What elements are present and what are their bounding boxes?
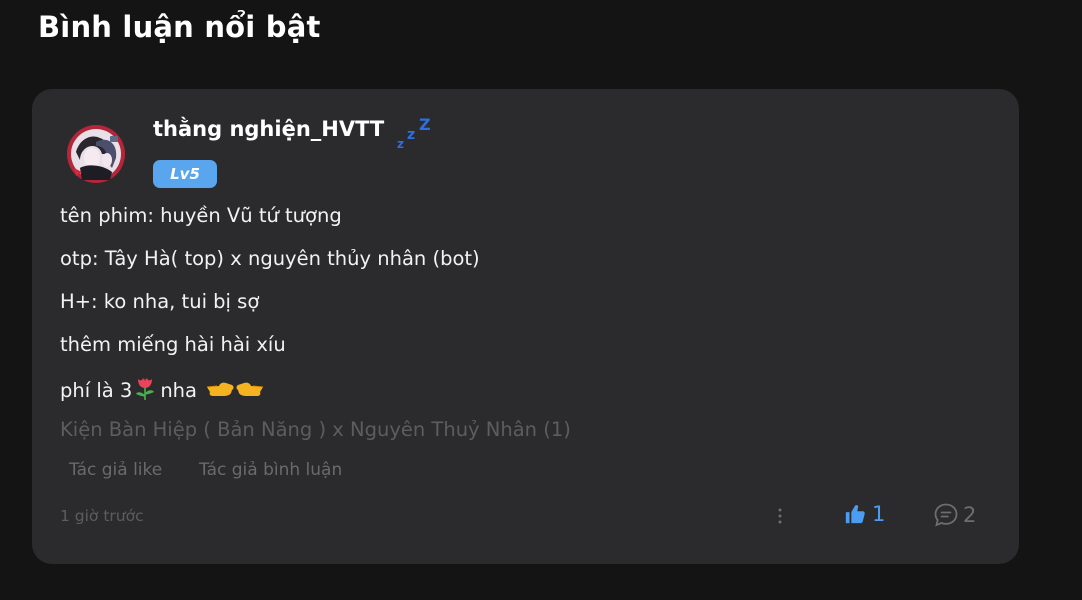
like-button[interactable]: 1 [844,502,885,526]
svg-text:Z: Z [419,117,431,134]
price-prefix: phí là 3 [60,379,133,402]
svg-text:z: z [397,137,404,151]
comment-card: thằng nghiện_HVTT z z Z Lv5 tên phim: hu… [32,89,1019,564]
pointing-hands-icon [205,377,265,404]
svg-text:z: z [407,127,415,143]
reply-count: 2 [963,503,977,527]
author-comment-tag: Tác giả bình luận [199,460,343,480]
comment-line: tên phim: huyền Vũ tứ tượng [60,204,342,227]
comment-line: thêm miếng hài hài xíu [60,333,286,356]
comment-bubble-icon [934,503,958,527]
more-vertical-icon [778,508,782,524]
comment-line-price: phí là 3 nha [60,375,265,406]
reply-button[interactable]: 2 [933,502,976,528]
comment-line: H+: ko nha, tui bị sợ [60,290,260,313]
username[interactable]: thằng nghiện_HVTT [153,117,384,141]
thumbs-up-icon [845,505,865,524]
comment-line: otp: Tây Hà( top) x nguyên thủy nhân (bo… [60,247,480,270]
author-like-tag: Tác giả like [69,460,163,480]
level-badge: Lv5 [153,160,217,188]
like-count: 1 [872,502,886,526]
avatar[interactable] [66,124,126,184]
price-suffix: nha [160,379,197,402]
section-title: Bình luận nổi bật [38,10,321,44]
more-options-button[interactable] [772,504,788,528]
timestamp: 1 giờ trước [60,507,144,525]
linked-title[interactable]: Kiện Bàn Hiệp ( Bản Năng ) x Nguyên Thuỷ… [60,418,571,441]
tulip-icon [134,375,156,406]
page: Bình luận nổi bật thằng nghiện_HVTT z z [0,0,1082,600]
sleeping-zzz-icon: z z Z [395,115,435,151]
